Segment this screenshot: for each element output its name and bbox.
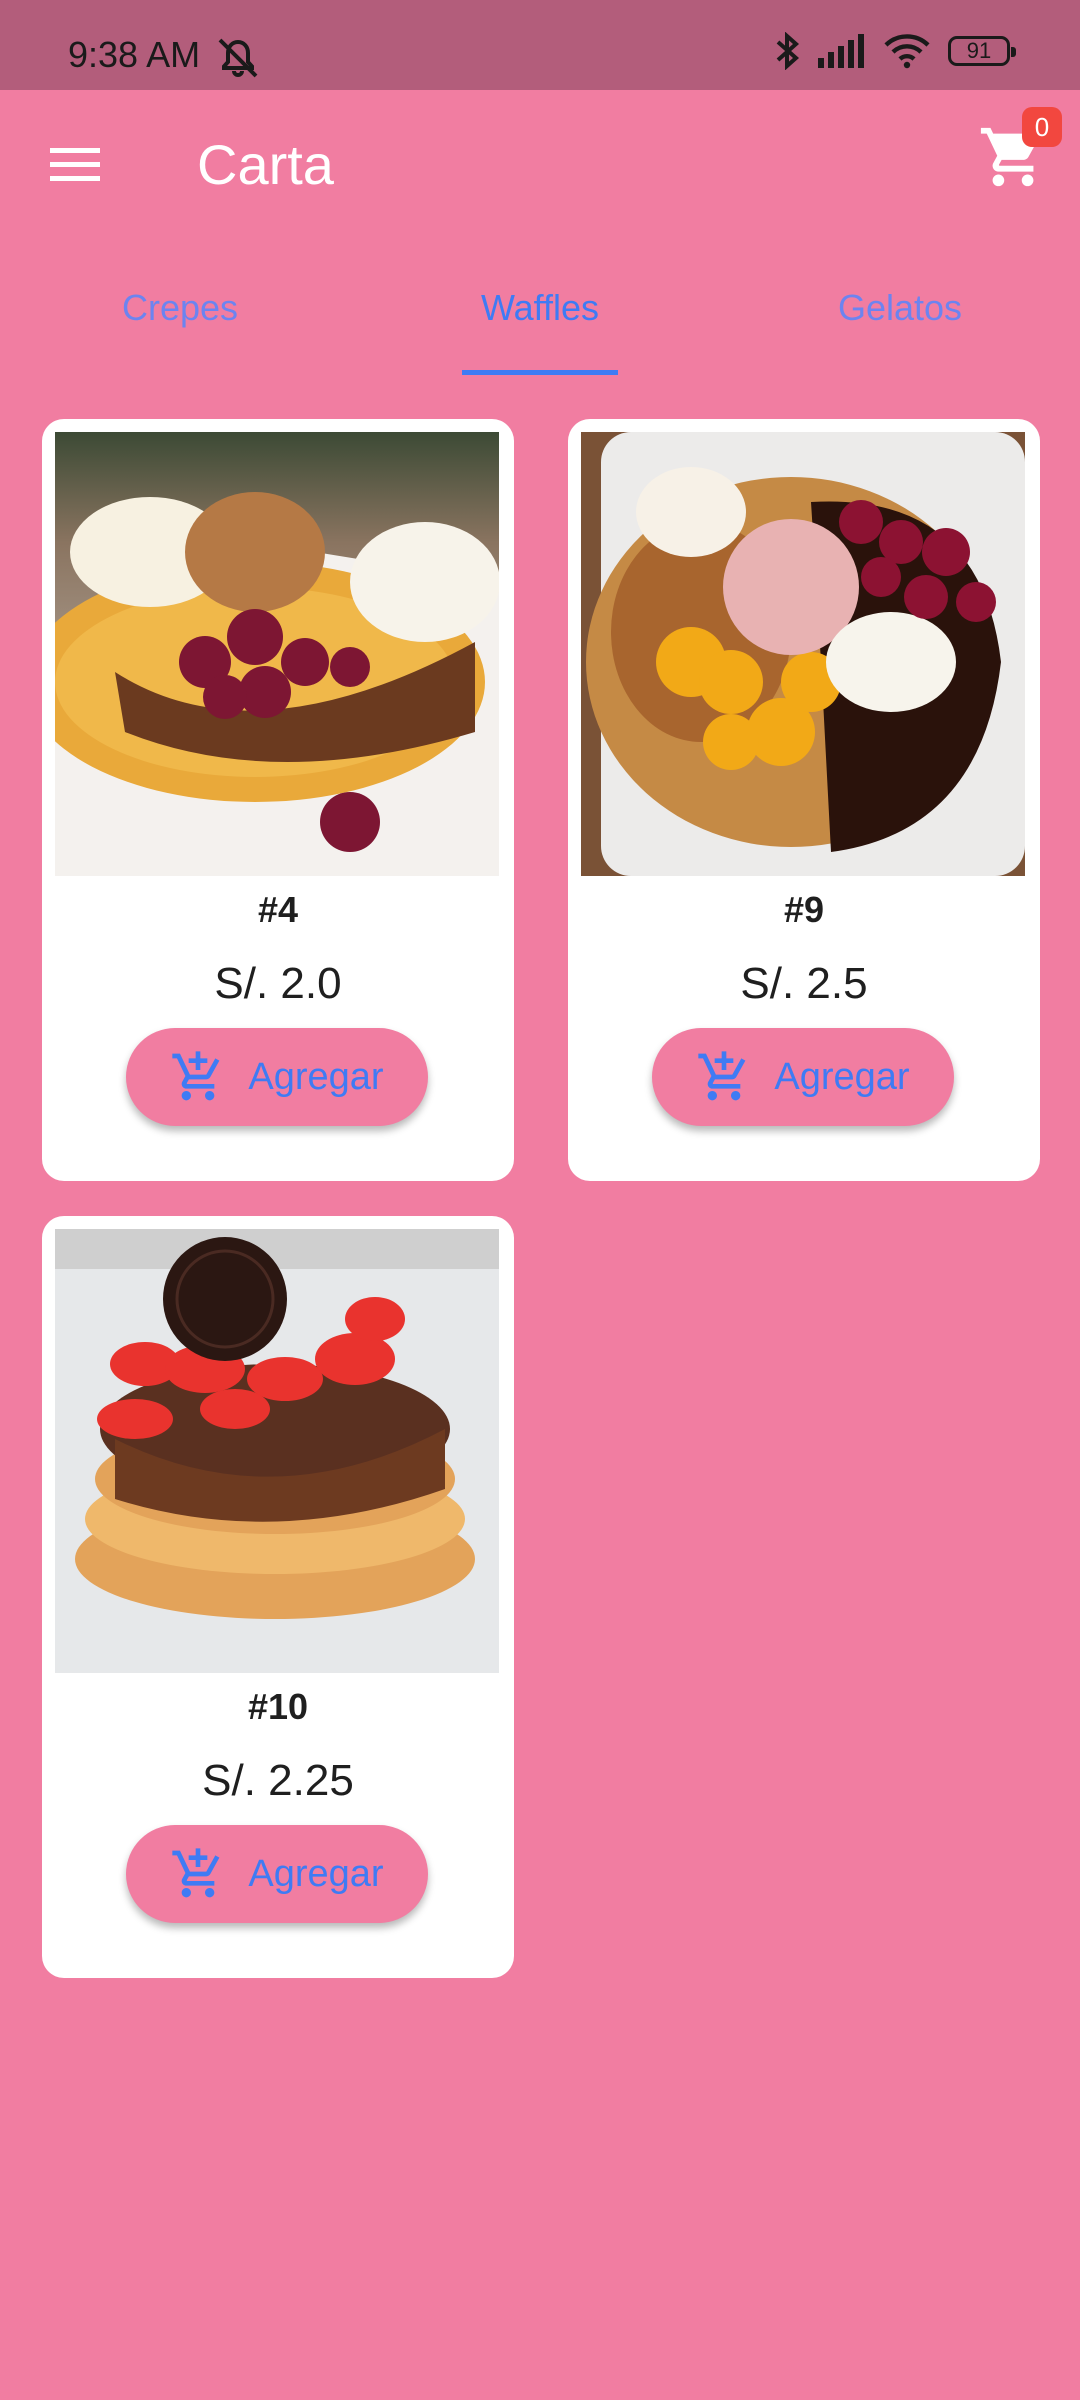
product-price: S/. 2.0 [214, 959, 342, 1008]
product-price: S/. 2.5 [740, 959, 868, 1008]
add-button-label: Agregar [248, 1055, 384, 1098]
product-image-waffle-4 [55, 432, 499, 876]
add-shopping-cart-icon [172, 1848, 220, 1898]
product-price: S/. 2.25 [202, 1756, 354, 1805]
product-name: #10 [247, 1686, 309, 1727]
product-card[interactable]: #10 S/. 2.25 Agregar [42, 1216, 514, 1978]
add-shopping-cart-icon [698, 1051, 746, 1101]
add-button-label: Agregar [774, 1055, 910, 1098]
product-image-waffle-9 [581, 432, 1025, 876]
product-grid: #4 S/. 2.0 Agregar #9 S/. 2.5 Agregar #1… [0, 0, 1080, 2400]
product-image-waffle-10 [55, 1229, 499, 1673]
add-shopping-cart-icon [172, 1051, 220, 1101]
add-to-cart-button[interactable]: Agregar [126, 1028, 428, 1126]
add-to-cart-button[interactable]: Agregar [126, 1825, 428, 1923]
product-name: #9 [783, 889, 825, 930]
product-name: #4 [257, 889, 299, 930]
add-to-cart-button[interactable]: Agregar [652, 1028, 954, 1126]
product-card[interactable]: #9 S/. 2.5 Agregar [568, 419, 1040, 1181]
add-button-label: Agregar [248, 1852, 384, 1895]
product-card[interactable]: #4 S/. 2.0 Agregar [42, 419, 514, 1181]
